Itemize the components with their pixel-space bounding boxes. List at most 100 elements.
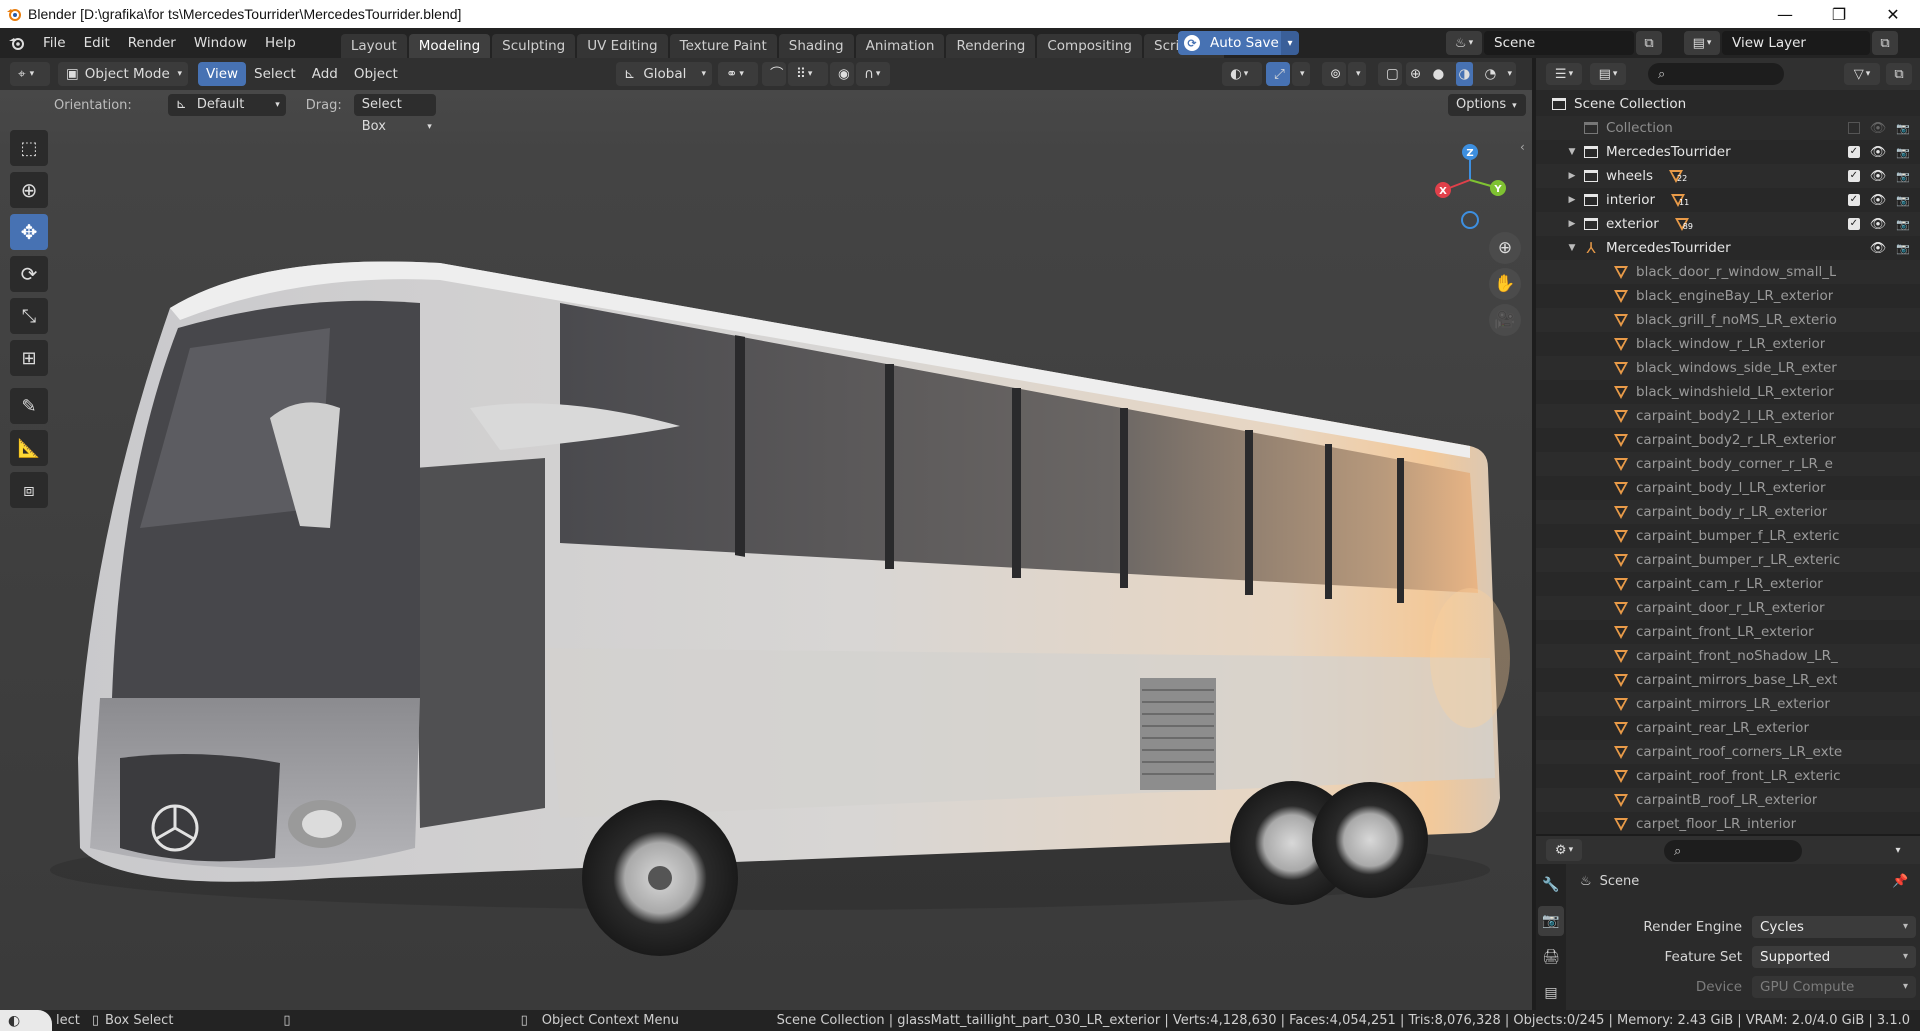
snap-toggle[interactable]: ⌒ (762, 62, 786, 86)
gizmo-dropdown[interactable]: ▾ (1292, 62, 1310, 86)
render-tab-icon[interactable]: 📷 (1538, 906, 1564, 936)
outliner-object-row[interactable]: carpaint_body_corner_r_LR_e (1536, 452, 1920, 476)
outliner-object-row[interactable]: black_windshield_LR_exterior (1536, 380, 1920, 404)
auto-save-button[interactable]: ⟳ Auto Save (1178, 31, 1298, 55)
outliner-collection-row[interactable]: ▶ interior 11 ✓ 👁 📷 (1536, 188, 1920, 212)
navigation-gizmo[interactable]: Z X Y (1430, 138, 1510, 238)
properties-editor-type[interactable]: ⚙ ▾ (1546, 839, 1582, 861)
workspace-tab-shading[interactable]: Shading (778, 34, 854, 58)
exclude-checkbox[interactable]: ✓ (1847, 170, 1860, 182)
solid-shading-icon[interactable]: ● (1433, 62, 1445, 86)
3d-viewport[interactable]: ⌖ ▾ ▣ Object Mode ▾ View Select Add Object ⊾… (0, 58, 1532, 1010)
view-layer-browse-button[interactable]: ▤ ▾ (1684, 31, 1720, 55)
drag-dropdown[interactable]: Select Box ▾ (353, 94, 436, 134)
visibility-eye-icon[interactable]: 👁 (1870, 169, 1887, 184)
outliner-object-row[interactable]: carpaint_front_noShadow_LR_ (1536, 644, 1920, 668)
visibility-dropdown[interactable]: ◐ ▾ (1222, 62, 1262, 86)
render-engine-dropdown[interactable]: Cycles ▾ (1752, 916, 1916, 938)
measure-tool[interactable]: 📐 (10, 430, 48, 466)
pivot-point-dropdown[interactable]: ⚭ ▾ (718, 62, 758, 86)
viewport-menu-add[interactable]: Add (304, 62, 346, 86)
outliner-object-row[interactable]: carpaint_body2_l_LR_exterior (1536, 404, 1920, 428)
workspace-tab-rendering[interactable]: Rendering (946, 34, 1036, 58)
outliner-object-row[interactable]: carpaint_roof_front_LR_exteric (1536, 764, 1920, 788)
device-dropdown[interactable]: GPU Compute ▾ (1752, 976, 1916, 998)
viewport-menu-object[interactable]: Object (346, 62, 406, 86)
cursor-tool[interactable]: ⊕ (10, 172, 48, 208)
workspace-tab-texture-paint[interactable]: Texture Paint (669, 34, 777, 58)
add-cube-tool[interactable]: ⧈ (10, 472, 48, 508)
camera-view-button[interactable]: 🎥 (1489, 304, 1521, 336)
rendered-shading-icon[interactable]: ◔ (1484, 62, 1496, 86)
outliner-object-row[interactable]: black_door_r_window_small_L (1536, 260, 1920, 284)
editor-type-button[interactable]: ⌖ ▾ (10, 62, 50, 86)
proportional-edit-toggle[interactable]: ◉ (830, 62, 854, 86)
menu-file[interactable]: File (34, 31, 75, 55)
blender-menu-icon[interactable] (0, 35, 34, 51)
outliner-collection-row[interactable]: ▼ MercedesTourrider ✓ 👁 📷 (1536, 140, 1920, 164)
display-mode-dropdown[interactable]: ▤ ▾ (1590, 63, 1626, 85)
render-camera-icon[interactable]: 📷 (1896, 122, 1910, 135)
exclude-checkbox[interactable]: ✓ (1847, 218, 1860, 230)
close-button[interactable]: ✕ (1866, 0, 1920, 28)
scene-browse-button[interactable]: ♨ ▾ (1446, 31, 1482, 55)
outliner-collection-row[interactable]: ▼ ⅄ MercedesTourrider 👁 📷 (1536, 236, 1920, 260)
menu-help[interactable]: Help (256, 31, 305, 55)
select-box-tool[interactable]: ⬚ (10, 130, 48, 166)
outliner-collection-row[interactable]: Scene Collection (1536, 92, 1920, 116)
object-mode-dropdown[interactable]: ▣ Object Mode ▾ (58, 62, 188, 86)
outliner-object-row[interactable]: carpaint_bumper_r_LR_exteric (1536, 548, 1920, 572)
render-camera-icon[interactable]: 📷 (1896, 170, 1910, 183)
exclude-checkbox[interactable] (1847, 122, 1860, 134)
outliner-collection-row[interactable]: Collection 👁 📷 (1536, 116, 1920, 140)
outliner-object-row[interactable]: carpaint_door_r_LR_exterior (1536, 596, 1920, 620)
gizmo-toggle[interactable]: ⤢ (1266, 62, 1290, 86)
new-view-layer-icon[interactable]: ⧉ (1872, 31, 1898, 55)
outliner-object-row[interactable]: carpaint_front_LR_exterior (1536, 620, 1920, 644)
menu-edit[interactable]: Edit (75, 31, 119, 55)
output-tab-icon[interactable]: 🖨 (1538, 942, 1564, 972)
visibility-eye-icon[interactable]: 👁 (1870, 241, 1887, 256)
outliner-object-row[interactable]: carpet_floor_LR_interior (1536, 812, 1920, 834)
options-dropdown[interactable]: Options ▾ (1448, 94, 1526, 116)
viewport-menu-select[interactable]: Select (246, 62, 304, 86)
scale-tool[interactable]: ⤡ (10, 298, 48, 334)
visibility-eye-icon[interactable]: 👁 (1870, 193, 1887, 208)
transform-orientation-dropdown[interactable]: ⊾ Global ▾ (616, 62, 712, 86)
visibility-eye-icon[interactable]: 👁 (1870, 217, 1887, 232)
outliner-object-row[interactable]: carpaint_body_r_LR_exterior (1536, 500, 1920, 524)
shading-dropdown[interactable]: ▾ (1507, 62, 1512, 86)
transform-tool[interactable]: ⊞ (10, 340, 48, 376)
outliner-editor-type[interactable]: ☰ ▾ (1546, 63, 1582, 85)
new-collection-button[interactable]: ⧉ (1886, 63, 1912, 85)
annotate-tool[interactable]: ✎ (10, 388, 48, 424)
orientation-dropdown[interactable]: ⊾ Default ▾ (167, 94, 286, 116)
outliner-object-row[interactable]: black_grill_f_noMS_LR_exterio (1536, 308, 1920, 332)
wireframe-shading-icon[interactable]: ⊕ (1410, 62, 1421, 86)
viewport-menu-view[interactable]: View (198, 62, 247, 86)
properties-search-input[interactable]: ⌕ (1664, 840, 1802, 862)
zoom-view-button[interactable]: ⊕ (1489, 232, 1521, 264)
render-camera-icon[interactable]: 📷 (1896, 146, 1910, 159)
outliner-object-row[interactable]: carpaint_body_l_LR_exterior (1536, 476, 1920, 500)
overlays-toggle[interactable]: ⊚ (1322, 62, 1346, 86)
menu-render[interactable]: Render (119, 31, 185, 55)
outliner-object-row[interactable]: carpaint_roof_corners_LR_exte (1536, 740, 1920, 764)
outliner-collection-row[interactable]: ▶ exterior 89 ✓ 👁 📷 (1536, 212, 1920, 236)
expand-arrow-icon[interactable]: ▶ (1566, 219, 1578, 229)
falloff-dropdown[interactable]: ∩ ▾ (856, 62, 890, 86)
exclude-checkbox[interactable]: ✓ (1847, 194, 1860, 206)
overlays-dropdown[interactable]: ▾ (1348, 62, 1366, 86)
exclude-checkbox[interactable]: ✓ (1847, 146, 1860, 158)
outliner-search-input[interactable]: ⌕ (1648, 63, 1784, 85)
workspace-tab-modeling[interactable]: Modeling (408, 34, 491, 58)
outliner-object-row[interactable]: carpaint_body2_r_LR_exterior (1536, 428, 1920, 452)
visibility-eye-icon[interactable]: 👁 (1870, 121, 1887, 136)
move-tool[interactable]: ✥ (10, 214, 48, 250)
properties-options-dropdown[interactable]: ▾ (1886, 839, 1910, 861)
workspace-tab-compositing[interactable]: Compositing (1037, 34, 1142, 58)
rotate-tool[interactable]: ⟳ (10, 256, 48, 292)
outliner-object-row[interactable]: carpaint_cam_r_LR_exterior (1536, 572, 1920, 596)
menu-window[interactable]: Window (185, 31, 256, 55)
pin-icon[interactable]: 📌 (1892, 874, 1908, 889)
